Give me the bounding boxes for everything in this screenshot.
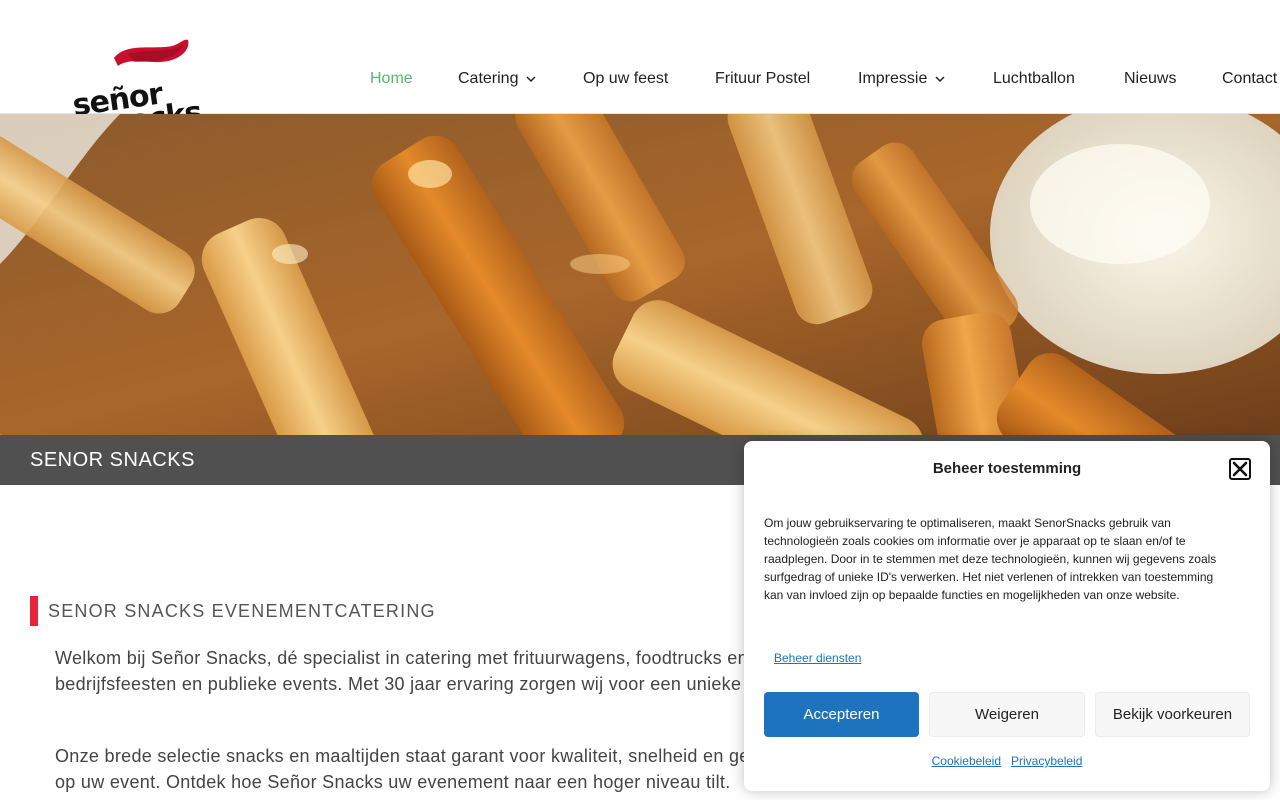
nav-item-label: Impressie xyxy=(858,70,928,87)
nav-item-label: Contact xyxy=(1222,70,1278,87)
nav-item-op-uw-feest[interactable]: Op uw feest xyxy=(583,70,668,88)
section-heading-text: SENOR SNACKS EVENEMENTCATERING xyxy=(48,600,436,621)
chevron-down-icon xyxy=(935,76,945,83)
nav-item-impressie[interactable]: Impressie xyxy=(858,70,945,88)
cookie-policy-link[interactable]: Cookiebeleid xyxy=(932,754,1001,768)
close-button[interactable] xyxy=(1229,458,1251,480)
fries-photo xyxy=(0,114,1280,435)
heading-accent-bar xyxy=(30,596,38,626)
nav-item-luchtballon[interactable]: Luchtballon xyxy=(993,70,1075,88)
page-title: SENOR SNACKS xyxy=(30,449,195,471)
nav-item-label: Home xyxy=(370,70,413,87)
policy-links: Cookiebeleid Privacybeleid xyxy=(744,754,1270,768)
nav-item-frituur-postel[interactable]: Frituur Postel xyxy=(715,70,810,88)
cookie-consent-modal: Beheer toestemming Om jouw gebruikservar… xyxy=(744,441,1270,791)
view-preferences-button[interactable]: Bekijk voorkeuren xyxy=(1095,692,1250,737)
nav-item-label: Nieuws xyxy=(1124,70,1177,87)
accept-button[interactable]: Accepteren xyxy=(764,692,919,737)
chevron-down-icon xyxy=(526,76,537,83)
nav-item-label: Frituur Postel xyxy=(715,70,811,87)
deny-button[interactable]: Weigeren xyxy=(929,692,1085,737)
privacy-policy-link[interactable]: Privacybeleid xyxy=(1011,754,1082,768)
consent-text: Om jouw gebruikservaring te optimalisere… xyxy=(764,516,1217,602)
nav-item-home[interactable]: Home xyxy=(370,70,413,88)
modal-title: Beheer toestemming xyxy=(932,460,1082,477)
close-icon xyxy=(1232,461,1248,477)
section-heading: SENOR SNACKS EVENEMENTCATERING xyxy=(30,596,436,626)
nav-item-label: Catering xyxy=(458,70,519,87)
site-header: señor snacks Home Catering Op uw feest F… xyxy=(0,0,1280,145)
nav-item-label: Luchtballon xyxy=(993,70,1075,87)
manage-services-link[interactable]: Beheer diensten xyxy=(774,651,861,665)
nav-item-label: Op uw feest xyxy=(583,70,669,87)
hero-image xyxy=(0,114,1280,435)
nav-item-catering[interactable]: Catering xyxy=(458,70,537,88)
main-nav: Home Catering Op uw feest Frituur Postel… xyxy=(0,70,1280,94)
nav-item-nieuws[interactable]: Nieuws xyxy=(1124,70,1176,88)
nav-item-contact[interactable]: Contact xyxy=(1222,70,1277,88)
